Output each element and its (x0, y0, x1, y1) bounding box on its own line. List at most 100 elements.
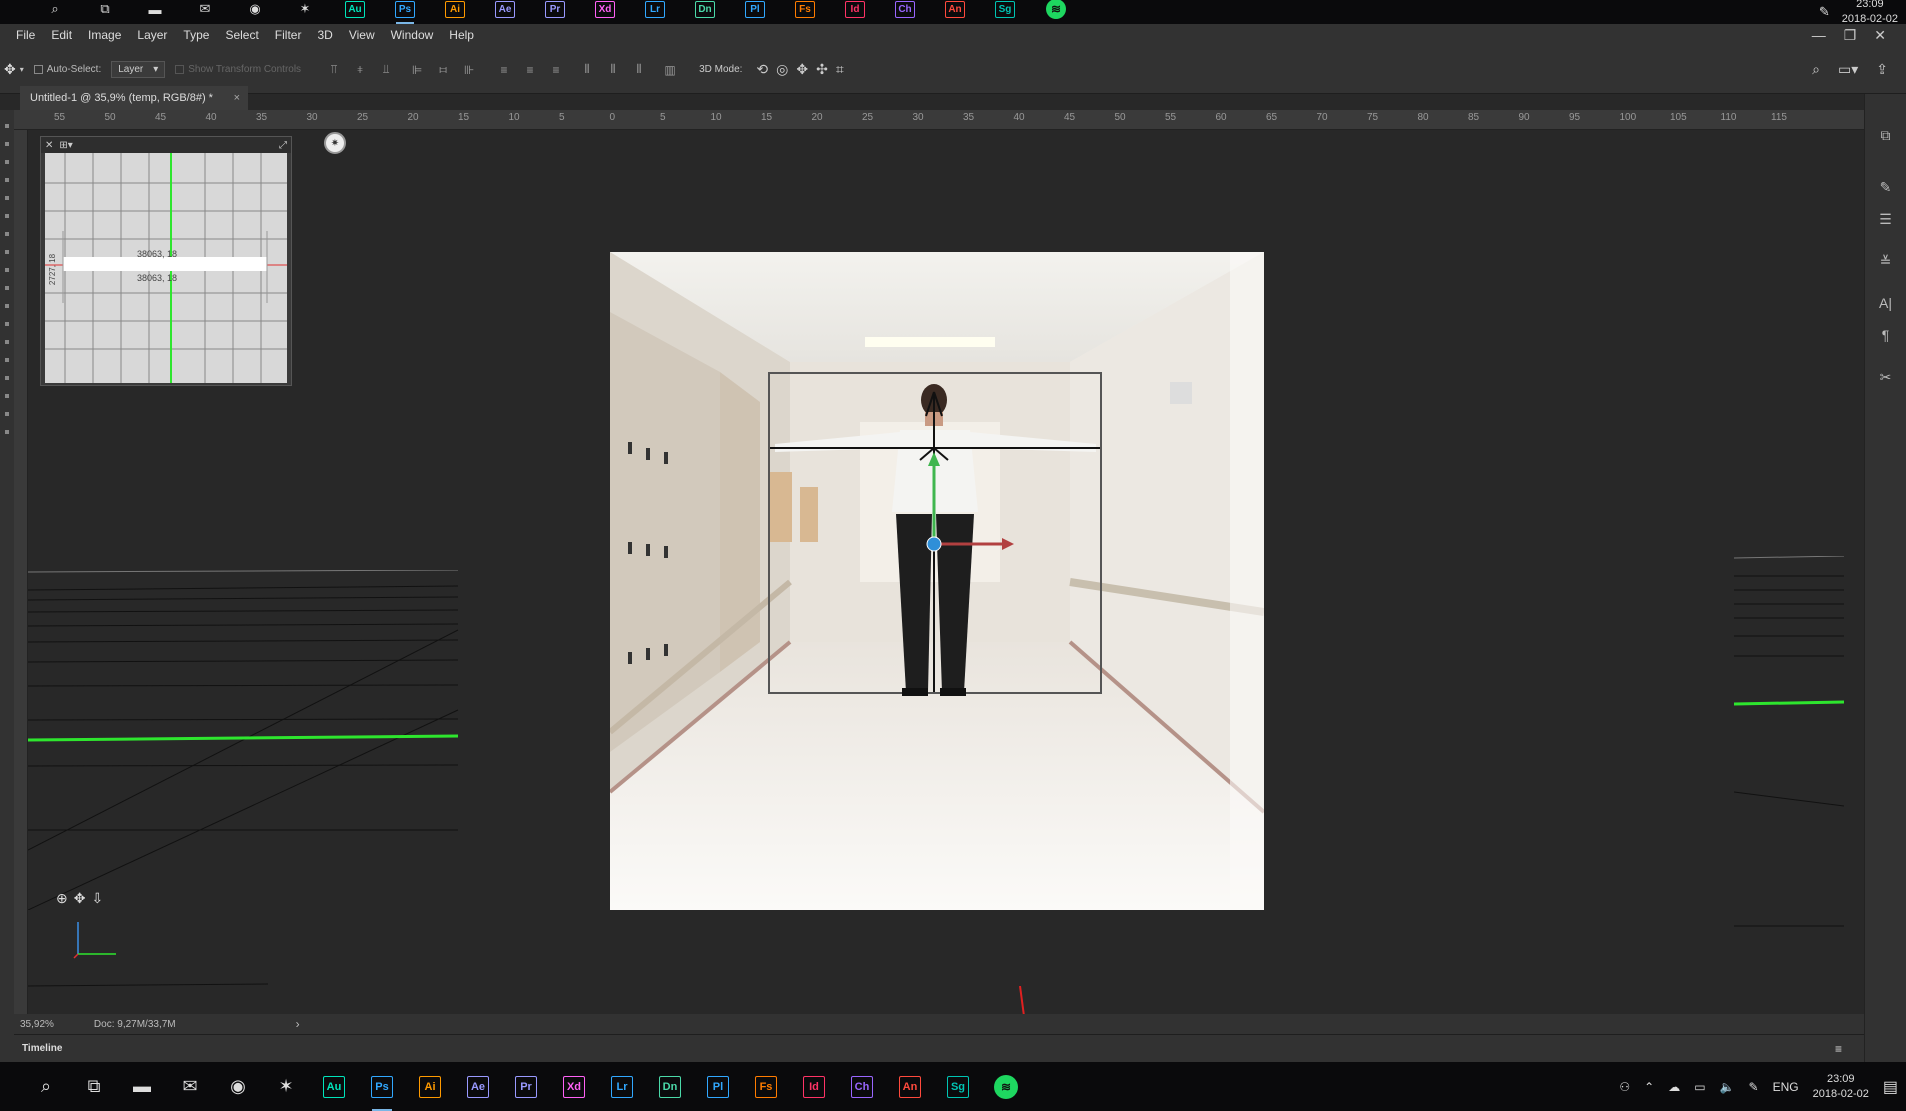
align-right-icon[interactable]: ⊪ (461, 63, 477, 77)
distribute-right-icon[interactable]: ⫴ (631, 62, 647, 77)
timeline-panel[interactable]: Timeline ≡ (14, 1034, 1864, 1062)
menu-help[interactable]: Help (441, 28, 482, 42)
taskbar-app-mail[interactable]: ✉ (174, 1062, 206, 1111)
taskbar-app-prelude[interactable]: Pl (702, 1062, 734, 1111)
view-menu-icon[interactable]: ⊞▾ (59, 140, 72, 151)
menu-select[interactable]: Select (217, 28, 266, 42)
taskbar-app-audition[interactable]: Au (318, 1062, 350, 1111)
character-icon[interactable]: A| (1873, 292, 1899, 314)
share-icon[interactable]: ⇪ (1876, 61, 1888, 78)
language-indicator[interactable]: ENG (1773, 1080, 1799, 1094)
taskbar-app-prelude[interactable]: Pl (740, 0, 770, 24)
horizontal-ruler[interactable]: 55 50 45 40 35 30 25 20 15 10 5 0 5 10 15 20 25 30 35 40 45 5… (14, 110, 1864, 130)
people-icon[interactable]: ⚇ (1619, 1080, 1630, 1094)
taskbar-app-animate[interactable]: An (940, 0, 970, 24)
auto-select-dropdown[interactable]: Layer ▾ (111, 61, 166, 78)
clock[interactable]: 23:09 2018-02-02 (1813, 1072, 1869, 1102)
close-tab-icon[interactable]: × (234, 92, 240, 104)
workspace-icon[interactable]: ▭▾ (1838, 61, 1858, 78)
slide-3d-icon[interactable]: ✣ (816, 61, 828, 78)
network-icon[interactable]: ▭ (1694, 1080, 1705, 1094)
tool-icon[interactable] (5, 232, 9, 236)
canvas-area[interactable]: ✕ ⊞▾ ⤢ 38063, 18 38063, 18 2727, 18 ✷ ⊕ … (28, 130, 1864, 1014)
status-arrow-icon[interactable]: › (296, 1017, 300, 1031)
taskbar-app-audition[interactable]: Au (340, 0, 370, 24)
menu-edit[interactable]: Edit (43, 28, 80, 42)
tool-icon[interactable] (5, 196, 9, 200)
distribute-bottom-icon[interactable]: ≡ (548, 63, 564, 77)
menu-layer[interactable]: Layer (129, 28, 175, 42)
volume-icon[interactable]: 🔈 (1720, 1080, 1735, 1094)
menu-3d[interactable]: 3D (309, 28, 340, 42)
align-vcenter-icon[interactable]: ⧧ (352, 62, 368, 77)
chevron-up-icon[interactable]: ⌃ (1644, 1080, 1654, 1094)
auto-align-icon[interactable]: ▥ (662, 63, 678, 77)
secondary-view-panel[interactable]: ✕ ⊞▾ ⤢ 38063, 18 38063, 18 2727, 18 (40, 136, 292, 386)
adjustments-icon[interactable]: ☰ (1873, 208, 1899, 230)
history-icon[interactable]: ⧉ (1873, 124, 1899, 146)
taskbar-app-taskview[interactable]: ⧉ (90, 0, 120, 24)
tool-icon[interactable] (5, 268, 9, 272)
taskbar-app-premiere[interactable]: Pr (510, 1062, 542, 1111)
vertical-ruler[interactable] (14, 130, 28, 1014)
orbit-camera-icon[interactable]: ⊕ (56, 890, 68, 907)
menu-image[interactable]: Image (80, 28, 129, 42)
tool-icon[interactable] (5, 340, 9, 344)
menu-window[interactable]: Window (383, 28, 442, 42)
tool-icon[interactable] (5, 178, 9, 182)
distribute-top-icon[interactable]: ≡ (496, 63, 512, 77)
taskbar-app-indesign[interactable]: Id (798, 1062, 830, 1111)
search-icon[interactable]: ⌕ (1812, 61, 1820, 78)
pen-icon[interactable]: ✎ (1749, 1080, 1759, 1094)
cloud-icon[interactable]: ☁ (1668, 1080, 1680, 1094)
move-tool-icon[interactable]: ✥ (4, 61, 16, 78)
light-icon[interactable]: ✷ (324, 132, 346, 154)
hallway-scene-image[interactable] (610, 252, 1264, 910)
chevron-down-icon[interactable]: ▾ (20, 65, 24, 74)
tool-icon[interactable] (5, 322, 9, 326)
taskbar-app-xd[interactable]: Xd (590, 0, 620, 24)
taskbar-app-chrome[interactable]: ◉ (240, 0, 270, 24)
taskbar-app-fuse[interactable]: Fs (790, 0, 820, 24)
taskbar-app-photoshop[interactable]: Ps (390, 0, 420, 24)
taskbar-app-lightroom[interactable]: Lr (640, 0, 670, 24)
tool-icon[interactable] (5, 142, 9, 146)
taskbar-app-illustrator[interactable]: Ai (414, 1062, 446, 1111)
taskbar-app-fuse[interactable]: Fs (750, 1062, 782, 1111)
pen-icon[interactable]: ✎ (1819, 4, 1830, 20)
taskbar-app-spotify[interactable]: ≋ (990, 1062, 1022, 1111)
taskbar-app-chrome[interactable]: ◉ (222, 1062, 254, 1111)
distribute-hcenter-icon[interactable]: ⫴ (605, 62, 621, 77)
taskbar-app-aftereffects[interactable]: Ae (462, 1062, 494, 1111)
zoom-level[interactable]: 35,92% (20, 1019, 54, 1030)
taskbar-app-xd[interactable]: Xd (558, 1062, 590, 1111)
tool-icon[interactable] (5, 358, 9, 362)
roll-3d-icon[interactable]: ◎ (776, 61, 788, 78)
taskbar-app-explorer[interactable]: ▬ (140, 0, 170, 24)
taskbar-app-lightroom[interactable]: Lr (606, 1062, 638, 1111)
brush-icon[interactable]: ✎ (1873, 176, 1899, 198)
3d-figure[interactable] (610, 252, 1264, 910)
menu-type[interactable]: Type (175, 28, 217, 42)
menu-view[interactable]: View (341, 28, 383, 42)
taskbar-app-taskview[interactable]: ⧉ (78, 1062, 110, 1111)
taskbar-app-blender[interactable]: ✶ (290, 0, 320, 24)
taskbar-app-photoshop[interactable]: Ps (366, 1062, 398, 1111)
drag-3d-icon[interactable]: ✥ (796, 61, 808, 78)
taskbar-app-premiere[interactable]: Pr (540, 0, 570, 24)
tool-icon[interactable] (5, 304, 9, 308)
notifications-icon[interactable]: ▤ (1883, 1077, 1898, 1097)
tool-icon[interactable] (5, 214, 9, 218)
taskbar-app-substance[interactable]: Sg (990, 0, 1020, 24)
restore-icon[interactable]: ❐ (1844, 27, 1857, 44)
taskbar-app-dimension[interactable]: Dn (654, 1062, 686, 1111)
menu-filter[interactable]: Filter (267, 28, 310, 42)
taskbar-app-spotify[interactable]: ≋ (1040, 0, 1072, 24)
orbit-3d-icon[interactable]: ⟲ (756, 61, 768, 78)
taskbar-app-character[interactable]: Ch (846, 1062, 878, 1111)
taskbar-app-character[interactable]: Ch (890, 0, 920, 24)
tool-icon[interactable] (5, 376, 9, 380)
tool-icon[interactable] (5, 286, 9, 290)
tool-icon[interactable] (5, 412, 9, 416)
auto-select-checkbox[interactable]: Auto-Select: (33, 64, 101, 75)
